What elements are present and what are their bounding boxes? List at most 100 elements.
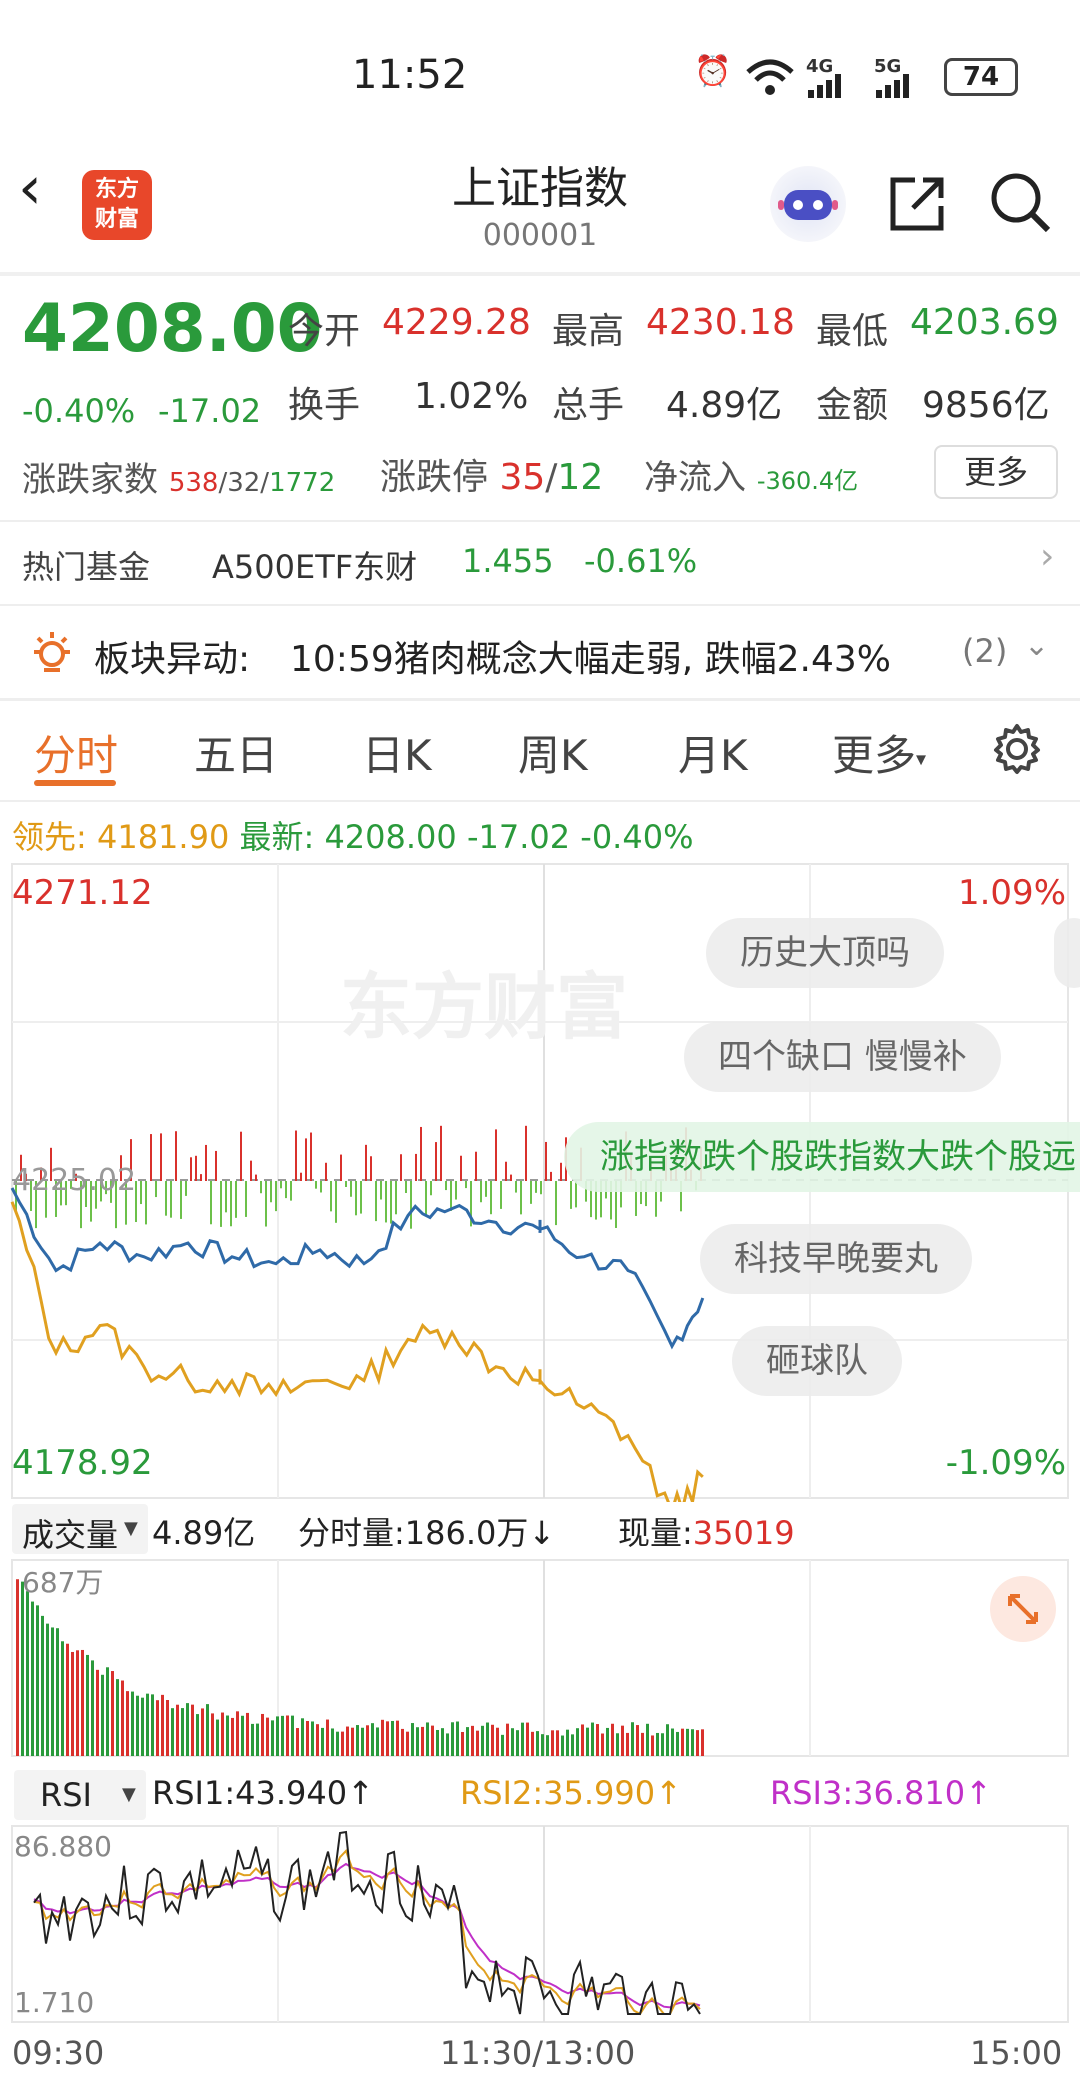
volume-bar	[36, 1605, 39, 1756]
latest-pct: -0.40%	[580, 818, 694, 856]
high-label: 最高	[552, 311, 625, 352]
tab-more-label: 更多	[832, 731, 917, 780]
volume-bar	[631, 1722, 634, 1756]
settings-gear-icon[interactable]	[990, 722, 1044, 776]
comment-bubble[interactable]: 科技早晚要丸	[700, 1224, 972, 1294]
rsi-selector-label: RSI	[40, 1776, 92, 1814]
volume-bar	[311, 1721, 314, 1756]
expand-icon[interactable]	[990, 1576, 1056, 1642]
tab-weekly-k[interactable]: 周K	[518, 722, 588, 783]
assistant-robot-icon[interactable]	[770, 166, 846, 242]
volume-bar	[131, 1691, 134, 1756]
volume-bar	[591, 1722, 594, 1756]
watermark: 东方财富	[340, 965, 628, 1049]
volume-bar	[571, 1734, 574, 1756]
signal-icon-2	[876, 74, 909, 98]
low-label: 最低	[816, 311, 889, 352]
hot-fund-row[interactable]: 热门基金 A500ETF东财 1.455 -0.61% ›	[0, 522, 1080, 604]
volume-bar	[266, 1717, 269, 1756]
volume-bar	[226, 1715, 229, 1756]
volume-bar	[546, 1735, 549, 1756]
open-value: 4229.28	[382, 302, 531, 343]
current-volume: 现量:35019	[618, 1508, 795, 1554]
limit-down: 12	[557, 457, 604, 498]
volume-chart[interactable]: 687万	[0, 1558, 1080, 1758]
volume-bar	[516, 1730, 519, 1756]
volume-bar	[506, 1723, 509, 1756]
divider	[0, 272, 1080, 276]
volume-bar	[371, 1723, 374, 1756]
share-icon[interactable]	[885, 172, 949, 236]
volume-bar	[686, 1728, 689, 1756]
comment-bubble[interactable]: 四个缺口 慢慢补	[684, 1022, 1001, 1092]
tab-daily-k[interactable]: 日K	[362, 722, 432, 783]
volume-bar	[321, 1727, 324, 1756]
latest-change: -17.02	[466, 818, 571, 856]
chart-legend: 领先: 4181.90 最新: 4208.00 -17.02 -0.40%	[12, 812, 693, 858]
chart-frame	[11, 1559, 1069, 1757]
volume-bar	[101, 1674, 104, 1756]
limit-sep: /	[545, 457, 558, 498]
volume-bar	[606, 1727, 609, 1756]
volume-bar	[201, 1708, 204, 1756]
comment-bubble-highlight[interactable]: 涨指数跌个股跌指数大跌个股远	[564, 1122, 1080, 1192]
volume-bar	[601, 1733, 604, 1756]
tab-monthly-k[interactable]: 月K	[678, 722, 748, 783]
volume-bar	[486, 1722, 489, 1756]
tab-intraday[interactable]: 分时	[34, 722, 118, 783]
amount-label: 金额	[816, 385, 889, 426]
volume-bar	[76, 1650, 79, 1756]
ref-label: 4225.02	[12, 1163, 136, 1198]
volume-bar	[346, 1726, 349, 1756]
volume-bar	[251, 1723, 254, 1756]
volume-bar	[406, 1731, 409, 1756]
search-icon[interactable]	[988, 170, 1054, 236]
volume-bar	[391, 1720, 394, 1756]
breadth-down: 1772	[269, 468, 336, 498]
volume-bar	[26, 1591, 29, 1756]
rsi-chart[interactable]: 86.880 1.710	[0, 1824, 1080, 2024]
volume-bar	[401, 1728, 404, 1756]
volume-bar	[521, 1722, 524, 1756]
volume-bar	[186, 1703, 189, 1756]
volume-bar	[661, 1733, 664, 1756]
volume-bar	[551, 1730, 554, 1756]
volume-bar	[31, 1601, 34, 1756]
volume-bar	[241, 1715, 244, 1756]
tab-5day[interactable]: 五日	[194, 722, 278, 783]
breadth-flat: /32/	[218, 468, 270, 498]
volume-bar	[191, 1704, 194, 1756]
time-axis-start: 09:30	[12, 2034, 105, 2072]
volume-bar	[586, 1727, 589, 1756]
comment-bubble[interactable]: 砸球队	[732, 1326, 902, 1396]
period-volume: 分时量:186.0万↓	[298, 1514, 556, 1552]
volume-bar	[301, 1718, 304, 1756]
comment-bubble[interactable]: 历史大顶吗	[706, 918, 944, 988]
current-volume-label: 现量:	[618, 1514, 693, 1552]
volume-bar	[636, 1725, 639, 1756]
volume-bar	[441, 1728, 444, 1756]
volume-bar	[291, 1715, 294, 1756]
volume-bar	[171, 1708, 174, 1756]
volume-bar	[66, 1643, 69, 1756]
volume-bar	[671, 1728, 674, 1756]
volume-bar	[126, 1691, 129, 1756]
volume-bar	[446, 1733, 449, 1756]
battery-indicator: 74	[944, 58, 1018, 96]
volume-bar	[581, 1724, 584, 1756]
volume-indicator-selector[interactable]: 成交量 ▼	[12, 1504, 148, 1554]
sector-alert-row[interactable]: 板块异动: 10:59猪肉概念大幅走弱, 跌幅2.43% (2) ⌄	[0, 606, 1080, 698]
volume-bar	[436, 1729, 439, 1756]
volume-max-label: 687万	[22, 1566, 103, 1599]
rsi-indicator-selector[interactable]: RSI ▼	[14, 1770, 146, 1820]
limit-label: 涨跌停	[380, 457, 489, 498]
volume-bar	[666, 1724, 669, 1756]
volume-bar	[456, 1721, 459, 1756]
volume-bar	[691, 1729, 694, 1756]
tab-more[interactable]: 更多▾	[832, 722, 926, 783]
comment-bubble-partial[interactable]	[1054, 918, 1080, 988]
volume-bar	[416, 1727, 419, 1756]
volume-bar	[316, 1724, 319, 1756]
more-button[interactable]: 更多	[934, 445, 1058, 499]
y-min-pct: -1.09%	[946, 1443, 1066, 1483]
